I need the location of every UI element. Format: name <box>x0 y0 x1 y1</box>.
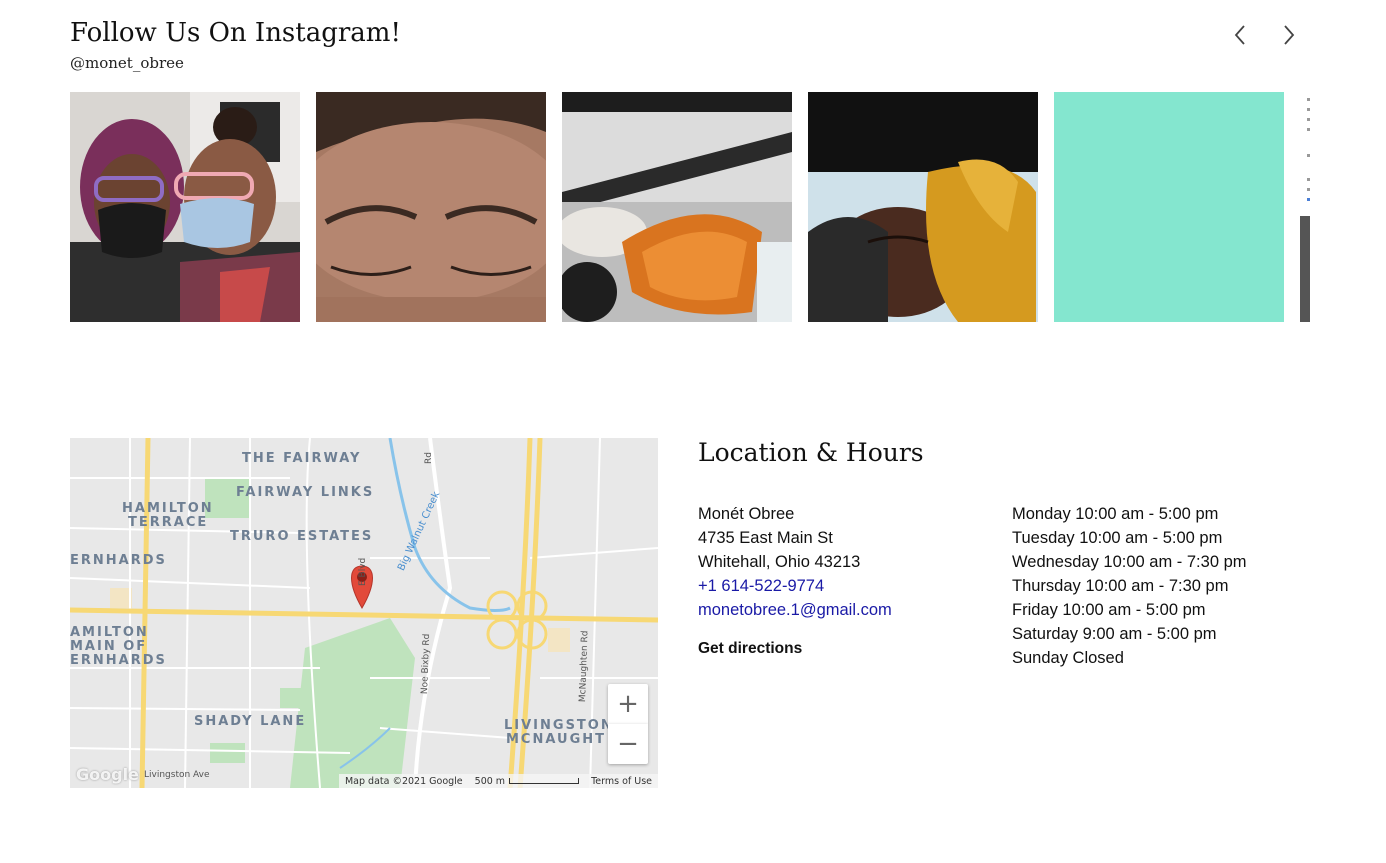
google-map[interactable]: THE FAIRWAY FAIRWAY LINKS HAMILTON TERRA… <box>70 438 658 788</box>
instagram-post-5[interactable] <box>1054 92 1284 322</box>
map-attribution[interactable]: Map data ©2021 Google <box>345 776 463 787</box>
instagram-handle[interactable]: @monet_obree <box>70 54 184 72</box>
hours-thursday: Thursday 10:00 am - 7:30 pm <box>1012 577 1229 595</box>
map-label-hamilton-main-3: ERNHARDS <box>70 653 167 668</box>
carousel-prev-button[interactable] <box>1228 22 1254 48</box>
instagram-post-2[interactable] <box>316 92 546 322</box>
map-scale-bar <box>509 778 580 784</box>
city-state-zip: Whitehall, Ohio 43213 <box>698 553 861 571</box>
photo-closeup-eyebrows <box>316 92 546 322</box>
map-label-the-fairway: THE FAIRWAY <box>242 451 362 466</box>
map-zoom-in-button[interactable]: + <box>608 684 648 724</box>
map-label-mcnaught: MCNAUGHT <box>506 732 606 747</box>
hours-list: Monday 10:00 am - 5:00 pm Tuesday 10:00 … <box>1012 502 1247 670</box>
map-label-bernhards: ERNHARDS <box>70 553 167 568</box>
map-label-noe-bixby: Noe Bixby Rd <box>420 633 433 695</box>
map-zoom-out-button[interactable]: − <box>608 724 648 764</box>
address-block: Monét Obree 4735 East Main St Whitehall,… <box>698 502 892 622</box>
photo-woman-yellow-headwrap <box>808 92 1038 322</box>
map-terms-link[interactable]: Terms of Use <box>591 776 652 787</box>
map-scale-label: 500 m <box>474 775 506 787</box>
map-label-fairway-links: FAIRWAY LINKS <box>236 485 375 500</box>
instagram-post-1[interactable] <box>70 92 300 322</box>
hours-saturday: Saturday 9:00 am - 5:00 pm <box>1012 625 1217 643</box>
get-directions-link[interactable]: Get directions <box>698 640 802 658</box>
email-link[interactable]: monetobree.1@gmail.com <box>698 598 892 622</box>
street-address: 4735 East Main St <box>698 529 833 547</box>
teal-solid-tile <box>1054 92 1284 322</box>
business-name: Monét Obree <box>698 505 795 523</box>
map-label-hamilton-main-2: MAIN OF <box>70 639 148 654</box>
instagram-post-4[interactable] <box>808 92 1038 322</box>
hours-monday: Monday 10:00 am - 5:00 pm <box>1012 505 1219 523</box>
map-label-truro-estates: TRURO ESTATES <box>230 529 374 544</box>
map-label-hamilton-main-1: AMILTON <box>70 625 149 640</box>
map-label-livingston-ave: Livingston Ave <box>144 770 210 780</box>
map-label-blvd: E Blvd <box>358 557 368 586</box>
carousel-next-button[interactable] <box>1275 22 1301 48</box>
photo-two-women-masks <box>70 92 300 322</box>
instagram-post-6-partial[interactable] <box>1300 92 1310 322</box>
map-label-fairway-rd: Rd <box>424 452 434 464</box>
chevron-right-icon <box>1284 25 1295 45</box>
map-label-hamilton-1: HAMILTON <box>122 501 214 516</box>
map-label-terrace: TERRACE <box>128 515 209 530</box>
chevron-left-icon <box>1234 25 1245 45</box>
map-label-livingston: LIVINGSTON <box>504 718 614 733</box>
instagram-post-3[interactable] <box>562 92 792 322</box>
partial-image <box>1300 216 1310 322</box>
hours-sunday: Sunday Closed <box>1012 649 1124 667</box>
hours-wednesday: Wednesday 10:00 am - 7:30 pm <box>1012 553 1247 571</box>
hours-tuesday: Tuesday 10:00 am - 5:00 pm <box>1012 529 1223 547</box>
photo-orange-goggles <box>562 92 792 322</box>
google-logo[interactable]: Google <box>76 765 139 784</box>
map-attribution-bar: Map data ©2021 Google 500 m Terms of Use <box>338 774 658 788</box>
hours-friday: Friday 10:00 am - 5:00 pm <box>1012 601 1206 619</box>
map-scale[interactable]: 500 m <box>474 775 580 787</box>
location-hours-title: Location & Hours <box>698 438 924 467</box>
phone-link[interactable]: +1 614-522-9774 <box>698 574 892 598</box>
instagram-title: Follow Us On Instagram! <box>70 18 401 48</box>
map-label-shady-lane: SHADY LANE <box>194 714 307 729</box>
